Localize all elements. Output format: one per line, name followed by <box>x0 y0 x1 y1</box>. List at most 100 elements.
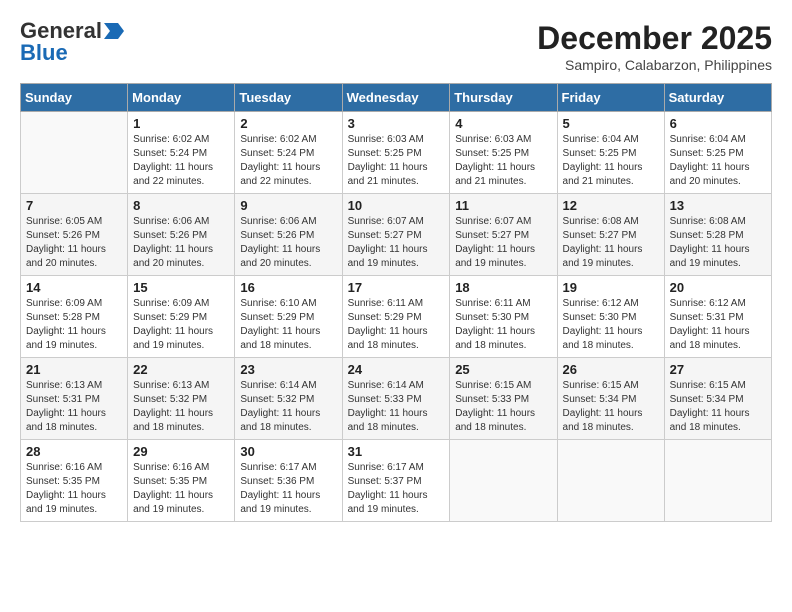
calendar-cell: 10 Sunrise: 6:07 AM Sunset: 5:27 PM Dayli… <box>342 194 450 276</box>
day-info: Sunrise: 6:17 AM Sunset: 5:37 PM Dayligh… <box>348 461 445 517</box>
day-number: 22 <box>133 362 229 377</box>
day-number: 20 <box>670 280 766 295</box>
calendar-cell: 3 Sunrise: 6:03 AM Sunset: 5:25 PM Daylig… <box>342 112 450 194</box>
day-info: Sunrise: 6:11 AM Sunset: 5:29 PM Dayligh… <box>348 297 445 353</box>
day-info: Sunrise: 6:14 AM Sunset: 5:32 PM Dayligh… <box>240 379 336 435</box>
calendar-cell: 23 Sunrise: 6:14 AM Sunset: 5:32 PM Dayli… <box>235 358 342 440</box>
day-number: 10 <box>348 198 445 213</box>
calendar-cell: 6 Sunrise: 6:04 AM Sunset: 5:25 PM Daylig… <box>664 112 771 194</box>
day-number: 13 <box>670 198 766 213</box>
calendar-cell: 5 Sunrise: 6:04 AM Sunset: 5:25 PM Daylig… <box>557 112 664 194</box>
title-block: December 2025 Sampiro, Calabarzon, Phili… <box>537 20 772 73</box>
page-header: General Blue December 2025 Sampiro, Cala… <box>20 20 772 73</box>
day-number: 28 <box>26 444 122 459</box>
calendar-cell: 4Sunrise: 6:03 AM Sunset: 5:25 PM Daylig… <box>450 112 557 194</box>
day-info: Sunrise: 6:15 AM Sunset: 5:33 PM Dayligh… <box>455 379 551 435</box>
day-number: 6 <box>670 116 766 131</box>
calendar-cell: 17 Sunrise: 6:11 AM Sunset: 5:29 PM Dayli… <box>342 276 450 358</box>
calendar-cell: 2 Sunrise: 6:02 AM Sunset: 5:24 PM Daylig… <box>235 112 342 194</box>
calendar-cell: 29 Sunrise: 6:16 AM Sunset: 5:35 PM Dayli… <box>128 440 235 522</box>
calendar-cell: 9Sunrise: 6:06 AM Sunset: 5:26 PM Daylig… <box>235 194 342 276</box>
day-number: 24 <box>348 362 445 377</box>
calendar-cell: 28 Sunrise: 6:16 AM Sunset: 5:35 PM Dayli… <box>21 440 128 522</box>
day-info: Sunrise: 6:17 AM Sunset: 5:36 PM Dayligh… <box>240 461 336 517</box>
day-number: 18 <box>455 280 551 295</box>
calendar-week-row: 1 Sunrise: 6:02 AM Sunset: 5:24 PM Daylig… <box>21 112 772 194</box>
day-number: 21 <box>26 362 122 377</box>
day-number: 5 <box>563 116 659 131</box>
day-number: 17 <box>348 280 445 295</box>
day-info: Sunrise: 6:02 AM Sunset: 5:24 PM Dayligh… <box>133 133 229 189</box>
calendar-cell: 8Sunrise: 6:06 AM Sunset: 5:26 PM Daylig… <box>128 194 235 276</box>
day-number: 7 <box>26 198 122 213</box>
day-info: Sunrise: 6:03 AM Sunset: 5:25 PM Dayligh… <box>348 133 445 189</box>
day-info: Sunrise: 6:03 AM Sunset: 5:25 PM Dayligh… <box>455 133 551 189</box>
logo-general: General <box>20 20 102 42</box>
day-number: 8 <box>133 198 229 213</box>
calendar-cell: 22 Sunrise: 6:13 AM Sunset: 5:32 PM Dayli… <box>128 358 235 440</box>
day-info: Sunrise: 6:10 AM Sunset: 5:29 PM Dayligh… <box>240 297 336 353</box>
location: Sampiro, Calabarzon, Philippines <box>537 57 772 73</box>
day-info: Sunrise: 6:14 AM Sunset: 5:33 PM Dayligh… <box>348 379 445 435</box>
day-number: 19 <box>563 280 659 295</box>
column-header-wednesday: Wednesday <box>342 84 450 112</box>
day-info: Sunrise: 6:12 AM Sunset: 5:31 PM Dayligh… <box>670 297 766 353</box>
column-header-sunday: Sunday <box>21 84 128 112</box>
day-info: Sunrise: 6:12 AM Sunset: 5:30 PM Dayligh… <box>563 297 659 353</box>
day-number: 25 <box>455 362 551 377</box>
day-info: Sunrise: 6:16 AM Sunset: 5:35 PM Dayligh… <box>133 461 229 517</box>
day-info: Sunrise: 6:15 AM Sunset: 5:34 PM Dayligh… <box>670 379 766 435</box>
day-number: 29 <box>133 444 229 459</box>
day-info: Sunrise: 6:07 AM Sunset: 5:27 PM Dayligh… <box>348 215 445 271</box>
day-number: 15 <box>133 280 229 295</box>
calendar-cell: 20 Sunrise: 6:12 AM Sunset: 5:31 PM Dayli… <box>664 276 771 358</box>
calendar-cell: 21 Sunrise: 6:13 AM Sunset: 5:31 PM Dayli… <box>21 358 128 440</box>
day-info: Sunrise: 6:13 AM Sunset: 5:32 PM Dayligh… <box>133 379 229 435</box>
day-info: Sunrise: 6:08 AM Sunset: 5:27 PM Dayligh… <box>563 215 659 271</box>
column-header-friday: Friday <box>557 84 664 112</box>
calendar-cell: 16Sunrise: 6:10 AM Sunset: 5:29 PM Dayli… <box>235 276 342 358</box>
day-number: 23 <box>240 362 336 377</box>
calendar-cell: 7 Sunrise: 6:05 AM Sunset: 5:26 PM Daylig… <box>21 194 128 276</box>
day-number: 26 <box>563 362 659 377</box>
day-info: Sunrise: 6:07 AM Sunset: 5:27 PM Dayligh… <box>455 215 551 271</box>
day-info: Sunrise: 6:11 AM Sunset: 5:30 PM Dayligh… <box>455 297 551 353</box>
calendar-cell: 26 Sunrise: 6:15 AM Sunset: 5:34 PM Dayli… <box>557 358 664 440</box>
day-number: 2 <box>240 116 336 131</box>
calendar-cell: 31Sunrise: 6:17 AM Sunset: 5:37 PM Dayli… <box>342 440 450 522</box>
calendar-header-row: SundayMondayTuesdayWednesdayThursdayFrid… <box>21 84 772 112</box>
day-info: Sunrise: 6:16 AM Sunset: 5:35 PM Dayligh… <box>26 461 122 517</box>
day-info: Sunrise: 6:02 AM Sunset: 5:24 PM Dayligh… <box>240 133 336 189</box>
calendar-cell: 14 Sunrise: 6:09 AM Sunset: 5:28 PM Dayli… <box>21 276 128 358</box>
calendar-cell <box>450 440 557 522</box>
day-number: 14 <box>26 280 122 295</box>
calendar-cell: 19 Sunrise: 6:12 AM Sunset: 5:30 PM Dayli… <box>557 276 664 358</box>
calendar-cell: 1 Sunrise: 6:02 AM Sunset: 5:24 PM Daylig… <box>128 112 235 194</box>
day-number: 30 <box>240 444 336 459</box>
calendar-week-row: 21 Sunrise: 6:13 AM Sunset: 5:31 PM Dayli… <box>21 358 772 440</box>
day-info: Sunrise: 6:05 AM Sunset: 5:26 PM Dayligh… <box>26 215 122 271</box>
day-number: 27 <box>670 362 766 377</box>
calendar-cell: 11Sunrise: 6:07 AM Sunset: 5:27 PM Dayli… <box>450 194 557 276</box>
calendar-cell: 12Sunrise: 6:08 AM Sunset: 5:27 PM Dayli… <box>557 194 664 276</box>
logo: General Blue <box>20 20 124 64</box>
day-number: 1 <box>133 116 229 131</box>
calendar-week-row: 7 Sunrise: 6:05 AM Sunset: 5:26 PM Daylig… <box>21 194 772 276</box>
column-header-thursday: Thursday <box>450 84 557 112</box>
day-info: Sunrise: 6:04 AM Sunset: 5:25 PM Dayligh… <box>563 133 659 189</box>
logo-arrow-icon <box>104 23 124 39</box>
calendar-cell: 25 Sunrise: 6:15 AM Sunset: 5:33 PM Dayli… <box>450 358 557 440</box>
calendar-cell <box>664 440 771 522</box>
calendar-cell: 18 Sunrise: 6:11 AM Sunset: 5:30 PM Dayli… <box>450 276 557 358</box>
day-info: Sunrise: 6:04 AM Sunset: 5:25 PM Dayligh… <box>670 133 766 189</box>
month-title: December 2025 <box>537 20 772 57</box>
day-info: Sunrise: 6:09 AM Sunset: 5:28 PM Dayligh… <box>26 297 122 353</box>
calendar-cell: 24 Sunrise: 6:14 AM Sunset: 5:33 PM Dayli… <box>342 358 450 440</box>
calendar-cell <box>21 112 128 194</box>
day-info: Sunrise: 6:15 AM Sunset: 5:34 PM Dayligh… <box>563 379 659 435</box>
day-info: Sunrise: 6:13 AM Sunset: 5:31 PM Dayligh… <box>26 379 122 435</box>
calendar-cell: 30 Sunrise: 6:17 AM Sunset: 5:36 PM Dayli… <box>235 440 342 522</box>
logo-blue: Blue <box>20 42 68 64</box>
day-number: 3 <box>348 116 445 131</box>
column-header-monday: Monday <box>128 84 235 112</box>
